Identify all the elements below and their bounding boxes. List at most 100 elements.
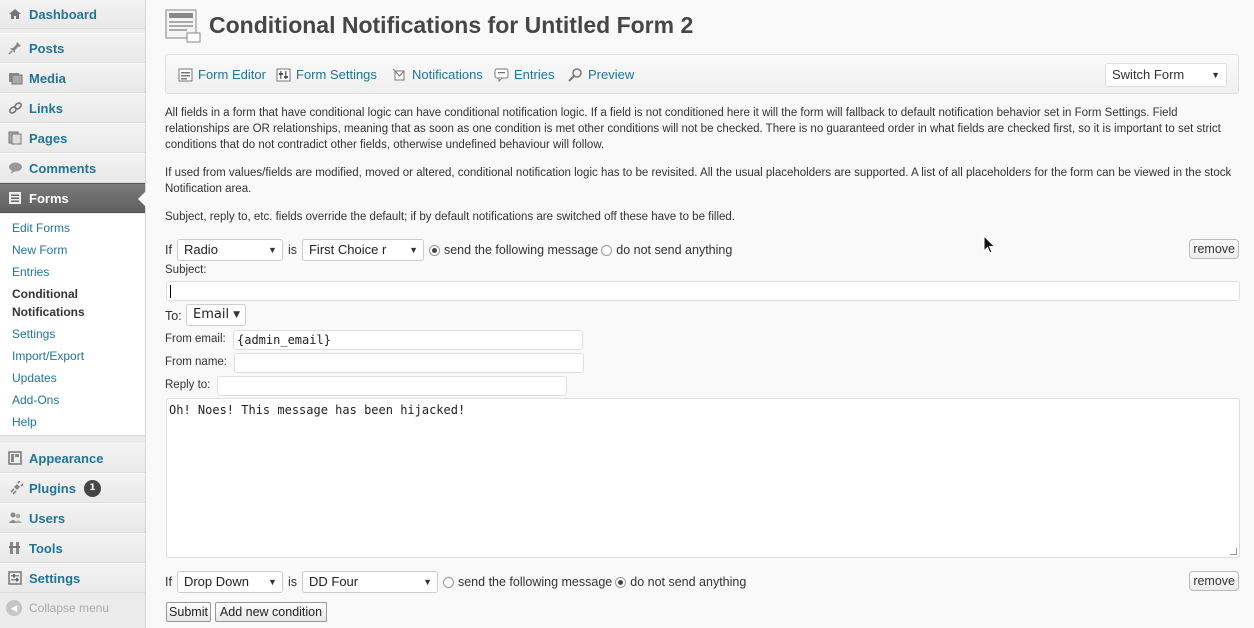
notifications-icon (392, 68, 405, 80)
do-not-send-radio[interactable] (601, 244, 613, 256)
switch-form-label: Switch Form (1112, 67, 1185, 82)
chevron-down-icon: ▼ (1211, 70, 1220, 80)
media-icon (6, 70, 24, 86)
is-label: is (287, 575, 297, 589)
page-title: Conditional Notifications for Untitled F… (209, 12, 694, 38)
menu-item-forms[interactable]: Forms (0, 183, 146, 213)
toolbar-form-editor[interactable]: Form Editor (178, 67, 266, 82)
submenu-entries[interactable]: Entries (12, 263, 49, 281)
menu-label: Appearance (29, 450, 104, 466)
form-editor-icon (178, 68, 193, 81)
toolbar-notifications[interactable]: Notifications (392, 67, 483, 82)
remove-condition-button[interactable]: remove (1189, 239, 1239, 259)
submenu-conditional-notifications[interactable]: Conditional Notifications (12, 285, 85, 321)
chevron-down-icon: ▼ (233, 310, 240, 320)
pages-icon (6, 130, 24, 146)
switch-form-select[interactable]: Switch Form ▼ (1105, 63, 1227, 87)
toolbar-link-label: Preview (588, 67, 635, 82)
toolbar-entries[interactable]: Entries (494, 67, 554, 82)
submenu-edit-forms[interactable]: Edit Forms (12, 219, 70, 237)
description-paragraph-1: All fields in a form that have condition… (165, 107, 1221, 151)
to-label: To: (165, 309, 182, 323)
forms-icon (6, 190, 24, 206)
tools-icon (6, 540, 24, 556)
submenu-settings[interactable]: Settings (12, 325, 55, 343)
menu-label: Settings (29, 570, 81, 586)
submenu-new-form[interactable]: New Form (12, 241, 67, 259)
submenu-help[interactable]: Help (12, 413, 37, 431)
toolbar-form-settings[interactable]: Form Settings (276, 67, 377, 82)
mouse-cursor-icon (983, 235, 996, 254)
plugin-icon (6, 480, 24, 496)
settings-icon (6, 570, 24, 586)
menu-item-tools[interactable]: Tools (0, 533, 145, 563)
menu-item-settings[interactable]: Settings (0, 563, 145, 593)
reply-to-input[interactable] (217, 376, 567, 396)
description-paragraph-3: Subject, reply to, etc. fields override … (165, 211, 736, 223)
users-icon (6, 510, 24, 526)
menu-label: Comments (29, 160, 97, 176)
send-message-label: send the following message (443, 243, 599, 257)
selected-value: Radio (183, 242, 218, 257)
menu-item-comments[interactable]: Comments (0, 153, 145, 183)
reply-to-label: Reply to: (165, 379, 211, 391)
condition-row-2: If Drop Down ▼ is DD Four ▼ send the fol… (165, 571, 1239, 593)
menu-label: Dashboard (29, 6, 97, 22)
menu-label: Forms (29, 190, 69, 206)
do-not-send-radio[interactable] (615, 576, 627, 588)
add-new-condition-button[interactable]: Add new condition (215, 602, 327, 622)
menu-item-pages[interactable]: Pages (0, 123, 145, 153)
entries-icon (494, 68, 509, 82)
if-label: If (165, 575, 172, 589)
is-label: is (287, 243, 297, 257)
description-paragraph-2: If used from values/fields are modified,… (165, 167, 1232, 195)
do-not-send-label: do not send anything (616, 243, 733, 257)
condition-field-select[interactable]: Drop Down ▼ (176, 571, 283, 593)
admin-sidebar: Dashboard Posts Media Links Pages Commen… (0, 0, 146, 628)
menu-item-users[interactable]: Users (0, 503, 145, 533)
toolbar-preview[interactable]: Preview (568, 67, 634, 82)
menu-item-posts[interactable]: Posts (0, 33, 145, 63)
condition-value-select[interactable]: DD Four ▼ (301, 571, 438, 593)
selected-value: Email (193, 307, 230, 322)
menu-label: Pages (29, 130, 68, 146)
menu-label: Tools (29, 540, 63, 556)
menu-label: Posts (29, 40, 65, 56)
menu-item-media[interactable]: Media (0, 63, 145, 93)
menu-item-appearance[interactable]: Appearance (0, 443, 145, 473)
collapse-arrow-icon: ◀ (6, 600, 22, 616)
chevron-down-icon: ▼ (268, 245, 277, 255)
submenu-current-line2: Notifications (12, 305, 85, 319)
do-not-send-label: do not send anything (630, 575, 747, 589)
menu-label: Users (29, 510, 66, 526)
menu-item-links[interactable]: Links (0, 93, 145, 123)
toolbar-link-label: Notifications (412, 67, 483, 82)
submenu-import-export[interactable]: Import/Export (12, 347, 84, 365)
submenu-add-ons[interactable]: Add-Ons (12, 391, 59, 409)
preview-icon (568, 67, 582, 82)
selected-value: DD Four (308, 574, 359, 589)
from-name-label: From name: (165, 356, 227, 368)
menu-item-plugins[interactable]: Plugins 1 (0, 473, 145, 503)
to-select[interactable]: Email ▼ (186, 304, 246, 326)
subject-input[interactable] (166, 281, 1240, 301)
main-content: Conditional Notifications for Untitled F… (165, 0, 1241, 628)
menu-item-dashboard[interactable]: Dashboard (0, 0, 145, 29)
send-message-radio[interactable] (428, 244, 440, 256)
from-name-input[interactable] (234, 353, 584, 373)
condition-value-select[interactable]: First Choice r ▼ (301, 239, 424, 261)
chevron-down-icon: ▼ (423, 577, 432, 587)
submenu-updates[interactable]: Updates (12, 369, 57, 387)
form-settings-icon (276, 68, 291, 81)
if-label: If (165, 243, 172, 257)
subject-label: Subject: (165, 264, 207, 276)
resize-handle-icon[interactable] (1230, 548, 1237, 555)
condition-field-select[interactable]: Radio ▼ (176, 239, 283, 261)
send-message-radio[interactable] (442, 576, 454, 588)
from-email-input[interactable]: {admin_email} (233, 330, 583, 350)
message-textarea[interactable]: Oh! Noes! This message has been hijacked… (166, 398, 1240, 558)
remove-condition-button[interactable]: remove (1189, 571, 1239, 591)
submit-button[interactable]: Submit (166, 602, 211, 622)
forms-page-icon (165, 9, 201, 43)
collapse-menu[interactable]: ◀ Collapse menu (6, 600, 109, 616)
